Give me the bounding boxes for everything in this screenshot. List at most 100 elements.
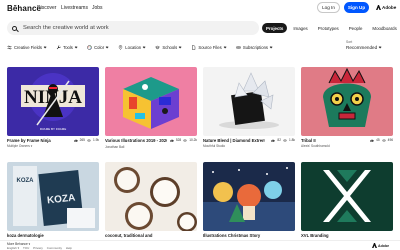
chevron-down-icon	[223, 45, 227, 49]
adobe-label: Adobe	[382, 5, 397, 10]
project-owner[interactable]: Mouthful Studio	[203, 144, 295, 148]
sort-value-row: Recommended	[346, 45, 382, 50]
project-card[interactable]: Various Illustrations 2019 - 2020 ✌ Jona…	[105, 67, 197, 149]
search-tabs: Projects Images Prototypes People Moodbo…	[262, 23, 400, 33]
footer-help[interactable]: Help	[66, 246, 72, 250]
project-meta: XVL Branding	[301, 233, 393, 238]
project-title[interactable]: Various Illustrations 2019 - 2020 ✌	[105, 138, 167, 144]
project-card[interactable]: KOZA KOZA koza dermatologie	[7, 162, 99, 238]
project-card[interactable]: Illustrations Christmas Story	[203, 162, 295, 238]
coconut-image	[105, 162, 197, 231]
filter-bar: Creative Fields Tools Color Location Sch…	[7, 43, 282, 52]
project-title[interactable]: Nature Blend | Diamond Extreme Collectio…	[203, 138, 265, 143]
chevron-down-icon	[74, 45, 78, 49]
search-placeholder: Search the creative world at work	[23, 25, 109, 31]
project-meta: Frame by Frame Ninja Multiple Owners ▾ 2…	[7, 138, 99, 148]
project-meta: coconut, traditional and	[105, 233, 197, 238]
search-input[interactable]: Search the creative world at work	[7, 21, 259, 35]
project-title[interactable]: coconut, traditional and	[105, 233, 167, 238]
project-card[interactable]: XVL Branding	[301, 162, 393, 238]
tab-moodboards[interactable]: Moodboards	[368, 23, 400, 33]
school-icon	[155, 45, 161, 50]
filter-color[interactable]: Color	[87, 45, 109, 50]
view-count: 1.8k	[288, 138, 295, 142]
project-title[interactable]: koza dermatologie	[7, 233, 69, 238]
project-thumbnail[interactable]	[105, 162, 197, 231]
thumbs-up-icon	[370, 138, 374, 142]
chevron-down-icon	[378, 45, 382, 49]
sort-label: Sort	[346, 40, 353, 44]
location-icon	[119, 45, 123, 50]
like-count: 265	[79, 138, 85, 142]
filter-label: Color	[94, 45, 105, 50]
footer-tou[interactable]: TOU	[23, 246, 29, 250]
project-title[interactable]: Illustrations Christmas Story	[203, 233, 265, 238]
project-card[interactable]: coconut, traditional and	[105, 162, 197, 238]
login-button[interactable]: Log In	[317, 2, 340, 13]
chevron-down-icon	[269, 45, 273, 49]
tribal-mask-image	[301, 67, 393, 136]
adobe-logo-icon	[372, 243, 377, 248]
project-owner[interactable]: Alexis' Southhamold	[301, 144, 393, 148]
filter-schools[interactable]: Schools	[155, 45, 182, 50]
project-thumbnail[interactable]	[203, 67, 295, 136]
footer-community[interactable]: Community	[47, 246, 62, 250]
tab-projects[interactable]: Projects	[262, 23, 288, 33]
project-thumbnail[interactable]	[105, 67, 197, 136]
sort-dropdown[interactable]: Sort Recommended	[346, 40, 382, 50]
project-thumbnail[interactable]	[301, 67, 393, 136]
project-thumbnail[interactable]: NINJA FRAME BY FRAME	[7, 67, 99, 136]
xvl-branding-image	[301, 162, 393, 231]
adobe-logo-icon	[376, 5, 381, 10]
like-count: 45	[376, 138, 380, 142]
project-card[interactable]: Tribal II Alexis' Southhamold 45 496	[301, 67, 393, 148]
filter-label: Subscriptions	[242, 45, 269, 50]
project-owner[interactable]: Jonathan Ball	[105, 145, 197, 149]
view-count: 496	[387, 138, 393, 142]
koza-branding-image: KOZA KOZA	[7, 162, 99, 231]
tab-prototypes[interactable]: Prototypes	[314, 23, 343, 33]
filter-creative-fields[interactable]: Creative Fields	[7, 45, 47, 50]
project-thumbnail[interactable]	[203, 162, 295, 231]
filter-tools[interactable]: Tools	[56, 45, 78, 50]
project-title[interactable]: Tribal II	[301, 138, 363, 143]
thumbs-up-icon	[271, 138, 276, 142]
project-meta: Various Illustrations 2019 - 2020 ✌ Jona…	[105, 138, 197, 149]
project-owner[interactable]: Multiple Owners ▾	[7, 144, 99, 148]
top-navigation: Bēhance Discover Livestreams Jobs Log In…	[0, 0, 400, 17]
filter-label: Creative Fields	[14, 45, 42, 50]
filter-source-files[interactable]: Source Files	[191, 45, 227, 50]
tab-people[interactable]: People	[345, 23, 367, 33]
project-thumbnail[interactable]	[301, 162, 393, 231]
svg-text:KOZA: KOZA	[17, 178, 35, 184]
adobe-link[interactable]: Adobe	[376, 5, 396, 10]
project-card[interactable]: Nature Blend | Diamond Extreme Collectio…	[203, 67, 295, 148]
behance-logo[interactable]: Bēhance	[7, 4, 41, 13]
file-icon	[192, 45, 196, 50]
project-card[interactable]: NINJA FRAME BY FRAME Frame by Frame Ninj…	[7, 67, 99, 148]
chevron-down-icon	[105, 45, 109, 49]
nav-discover[interactable]: Discover	[37, 5, 56, 11]
nav-livestreams[interactable]: Livestreams	[61, 5, 88, 11]
tab-images[interactable]: Images	[289, 23, 311, 33]
footer-privacy[interactable]: Privacy	[33, 246, 43, 250]
ninja-artwork-image: NINJA FRAME BY FRAME	[7, 67, 99, 136]
footer-adobe-link[interactable]: Adobe	[372, 243, 389, 248]
project-title[interactable]: Frame by Frame Ninja	[7, 138, 69, 143]
filter-label: Schools	[162, 45, 178, 50]
filter-subscriptions[interactable]: Subscriptions	[236, 45, 273, 50]
nature-blend-image	[203, 67, 295, 136]
project-title[interactable]: XVL Branding	[301, 233, 363, 238]
christmas-illustration-image	[203, 162, 295, 231]
footer: More Behance ▾ English ▾ TOU Privacy Com…	[0, 240, 400, 250]
subscription-icon	[236, 46, 241, 49]
project-stats: 528 10.2k	[170, 138, 197, 142]
project-thumbnail[interactable]: KOZA KOZA	[7, 162, 99, 231]
signup-button[interactable]: Sign Up	[344, 2, 369, 13]
nav-jobs[interactable]: Jobs	[92, 5, 103, 11]
project-stats: 82 1.8k	[271, 138, 295, 142]
thumbs-up-icon	[170, 138, 174, 142]
footer-language[interactable]: English ▾	[7, 246, 19, 250]
palette-icon	[87, 45, 92, 50]
filter-location[interactable]: Location	[118, 45, 146, 50]
